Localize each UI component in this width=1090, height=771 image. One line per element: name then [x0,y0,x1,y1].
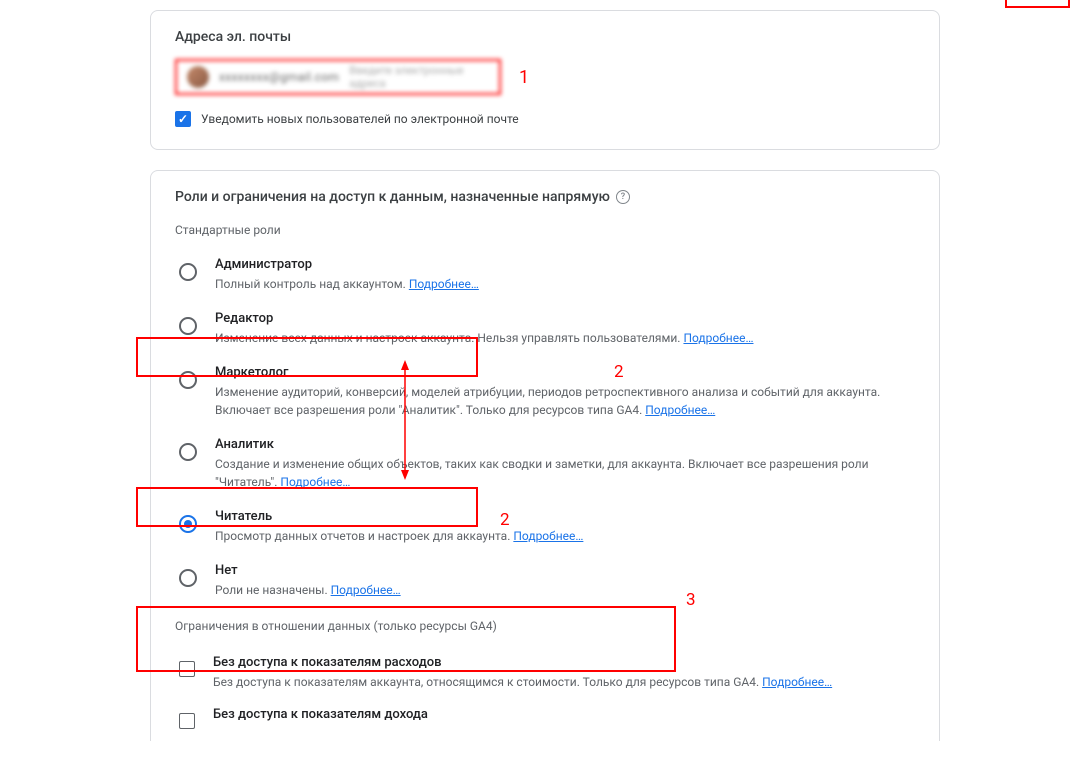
email-placeholder: Введите электронные адреса [349,64,489,90]
role-body: Маркетолог Изменение аудиторий, конверсий… [215,365,915,419]
email-input-row: xxxxxxxx@gmail.com Введите электронные а… [175,59,915,95]
role-radio[interactable] [179,443,197,461]
restriction-item-0[interactable]: Без доступа к показателям расходов Без до… [175,645,915,697]
role-name: Маркетолог [215,365,915,380]
learn-more-link[interactable]: Подробнее… [331,583,401,597]
annotation-3: 3 [686,590,696,610]
restrictions-label: Ограничения в отношении данных (только р… [175,619,915,633]
restriction-checkbox[interactable] [179,713,195,729]
role-name: Читатель [215,509,915,524]
email-chip-input[interactable]: xxxxxxxx@gmail.com Введите электронные а… [175,59,501,95]
role-desc: Изменение всех данных и настроек аккаунт… [215,329,915,347]
main-content: Адреса эл. почты xxxxxxxx@gmail.com Введ… [0,0,1090,771]
email-card: Адреса эл. почты xxxxxxxx@gmail.com Введ… [150,10,940,150]
notify-label: Уведомить новых пользователей по электро… [201,112,519,126]
role-item-4[interactable]: Читатель Просмотр данных отчетов и настро… [175,501,915,555]
restriction-body: Без доступа к показателям дохода [213,707,915,725]
learn-more-link[interactable]: Подробнее… [513,529,583,543]
restriction-name: Без доступа к показателям дохода [213,707,915,722]
role-radio[interactable] [179,371,197,389]
role-body: Читатель Просмотр данных отчетов и настро… [215,509,915,545]
role-radio[interactable] [179,263,197,281]
role-radio[interactable] [179,515,197,533]
roles-title: Роли и ограничения на доступ к данным, н… [175,189,610,205]
learn-more-link[interactable]: Подробнее… [645,403,715,417]
annotation-2-top: 2 [614,362,624,382]
role-desc: Просмотр данных отчетов и настроек для а… [215,527,915,545]
learn-more-link[interactable]: Подробнее… [683,331,753,345]
role-desc: Роли не назначены. Подробнее… [215,581,915,599]
notify-row: Уведомить новых пользователей по электро… [175,111,915,127]
role-item-3[interactable]: Аналитик Создание и изменение общих объек… [175,429,915,501]
email-section-title: Адреса эл. почты [175,29,915,45]
standard-roles-label: Стандартные роли [175,223,915,237]
learn-more-link[interactable]: Подробнее… [762,675,832,689]
annotation-box-top-right [1005,0,1070,8]
notify-checkbox[interactable] [175,111,191,127]
help-icon[interactable]: ? [616,190,630,204]
roles-list: Администратор Полный контроль над аккаунт… [175,249,915,609]
restriction-desc: Без доступа к показателям аккаунта, отно… [213,673,915,691]
role-item-2[interactable]: Маркетолог Изменение аудиторий, конверсий… [175,357,915,429]
restrictions-list: Без доступа к показателям расходов Без до… [175,645,915,735]
role-desc: Изменение аудиторий, конверсий, моделей … [215,383,915,419]
role-name: Аналитик [215,437,915,452]
role-name: Администратор [215,257,915,272]
roles-card: Роли и ограничения на доступ к данным, н… [150,170,940,741]
restriction-item-1[interactable]: Без доступа к показателям дохода [175,697,915,735]
role-desc: Создание и изменение общих объектов, так… [215,455,915,491]
role-item-5[interactable]: Нет Роли не назначены. Подробнее… [175,555,915,609]
role-name: Нет [215,563,915,578]
restriction-name: Без доступа к показателям расходов [213,655,915,670]
role-body: Администратор Полный контроль над аккаунт… [215,257,915,293]
role-body: Аналитик Создание и изменение общих объек… [215,437,915,491]
role-desc: Полный контроль над аккаунтом. Подробнее… [215,275,915,293]
annotation-1: 1 [519,67,529,88]
annotation-2-bottom: 2 [500,510,510,530]
role-radio[interactable] [179,317,197,335]
learn-more-link[interactable]: Подробнее… [280,475,350,489]
restriction-checkbox[interactable] [179,661,195,677]
role-radio[interactable] [179,569,197,587]
avatar-icon [187,66,209,88]
restriction-body: Без доступа к показателям расходов Без до… [213,655,915,691]
role-name: Редактор [215,311,915,326]
roles-header: Роли и ограничения на доступ к данным, н… [175,189,915,205]
role-item-0[interactable]: Администратор Полный контроль над аккаунт… [175,249,915,303]
learn-more-link[interactable]: Подробнее… [409,277,479,291]
role-body: Нет Роли не назначены. Подробнее… [215,563,915,599]
role-body: Редактор Изменение всех данных и настроек… [215,311,915,347]
email-chip-text: xxxxxxxx@gmail.com [219,70,339,84]
role-item-1[interactable]: Редактор Изменение всех данных и настроек… [175,303,915,357]
